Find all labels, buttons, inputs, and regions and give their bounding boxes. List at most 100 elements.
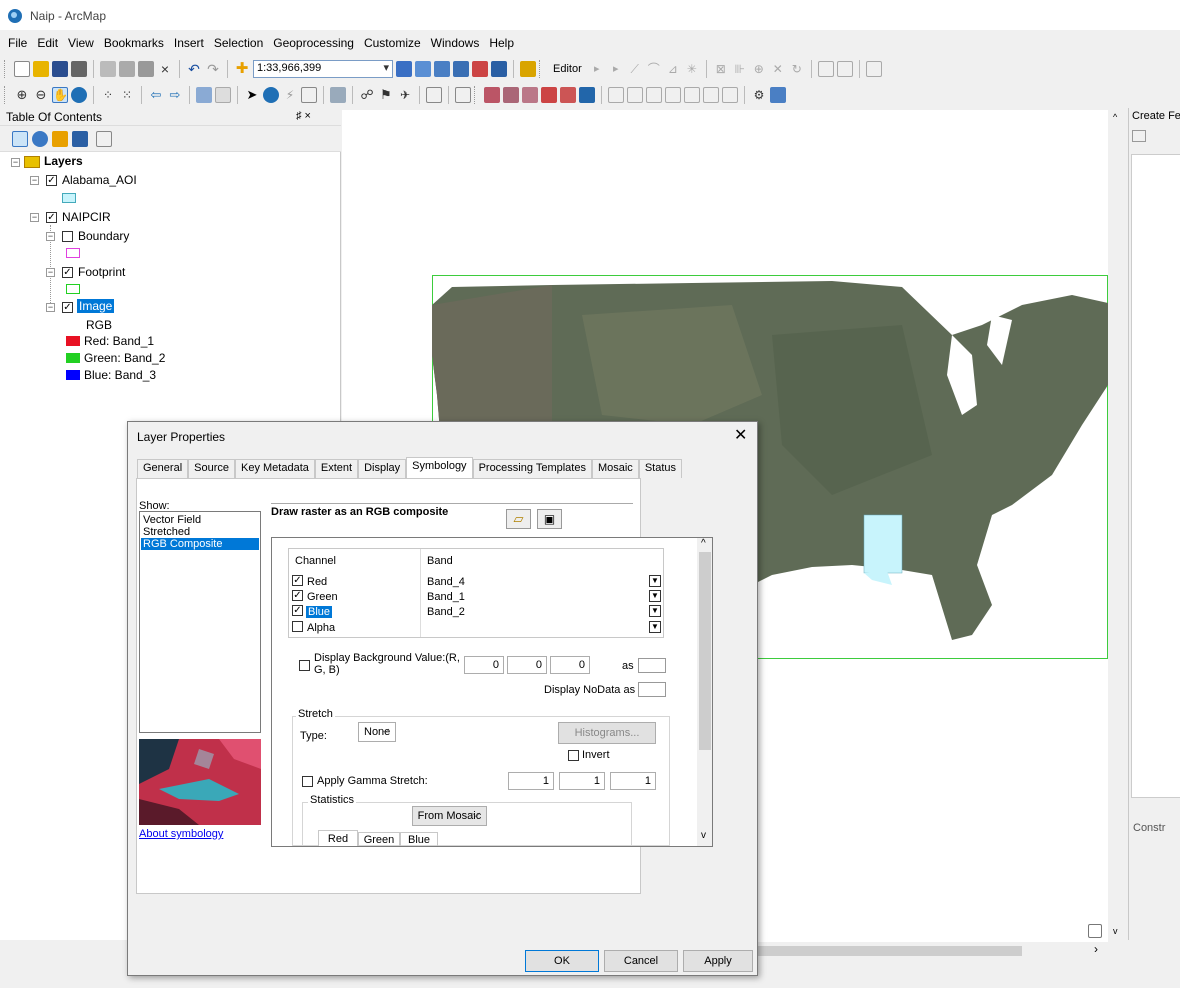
georef-icon-7[interactable]	[722, 87, 738, 103]
fixed-zoom-in-icon[interactable]: ⁘	[100, 87, 116, 103]
menu-bookmarks[interactable]: Bookmarks	[104, 34, 164, 52]
cut-polygons-icon[interactable]: ⊕	[751, 61, 767, 77]
open-folder-icon[interactable]: ▱	[506, 509, 531, 529]
find-binoculars-icon[interactable]: ☍	[359, 87, 375, 103]
split-icon[interactable]: ✕	[770, 61, 786, 77]
cancel-button[interactable]: Cancel	[604, 950, 678, 972]
about-symbology-link[interactable]: About symbology	[139, 828, 223, 840]
scroll-right-icon[interactable]: ›	[1094, 942, 1098, 956]
edit-vertices-icon[interactable]: ⊠	[713, 61, 729, 77]
boundary-checkbox[interactable]	[62, 231, 73, 242]
cut-icon[interactable]	[100, 61, 116, 77]
editor-toolbar-icon[interactable]	[396, 61, 412, 77]
back-arrow-icon[interactable]: ⇦	[148, 87, 164, 103]
menu-windows[interactable]: Windows	[431, 34, 480, 52]
menu-customize[interactable]: Customize	[364, 34, 421, 52]
settings-gear-icon[interactable]: ⚙	[751, 87, 767, 103]
add-data-icon[interactable]: ✚	[234, 61, 250, 77]
georef-icon-3[interactable]	[646, 87, 662, 103]
edit-annotation-icon[interactable]: ▸	[608, 61, 624, 77]
full-extent-icon[interactable]	[71, 87, 87, 103]
image-analysis-icon-4[interactable]	[541, 87, 557, 103]
apply-button[interactable]: Apply	[683, 950, 753, 972]
image-analysis-icon-1[interactable]	[484, 87, 500, 103]
background-g-input[interactable]: 0	[507, 656, 547, 674]
tab-symbology[interactable]: Symbology	[406, 457, 473, 478]
blue-band-dropdown-icon[interactable]: ▼	[649, 605, 661, 617]
expand-naipcir-icon[interactable]: −	[30, 213, 39, 222]
layer-alabama-aoi[interactable]: Alabama_AOI	[62, 173, 137, 187]
python-window-icon[interactable]	[491, 61, 507, 77]
zoom-out-icon[interactable]: ⊖	[33, 87, 49, 103]
alabama-aoi-checkbox[interactable]: ✓	[46, 175, 57, 186]
select-features-icon[interactable]	[196, 87, 212, 103]
toc-window-icon[interactable]	[415, 61, 431, 77]
attributes-icon[interactable]	[817, 61, 834, 77]
print-icon[interactable]	[71, 61, 87, 77]
list-by-selection-icon[interactable]	[72, 131, 88, 147]
background-value-checkbox[interactable]	[299, 660, 310, 671]
tab-status[interactable]: Status	[638, 459, 682, 478]
end-point-arc-icon[interactable]: ⌒	[646, 61, 662, 77]
red-band-dropdown-icon[interactable]: ▼	[649, 575, 661, 587]
invert-checkbox[interactable]	[568, 750, 579, 761]
green-band-dropdown-icon[interactable]: ▼	[649, 590, 661, 602]
layers-root[interactable]: Layers	[44, 154, 83, 168]
tab-mosaic[interactable]: Mosaic	[591, 459, 639, 478]
footprint-checkbox[interactable]: ✓	[62, 267, 73, 278]
georef-icon-6[interactable]	[703, 87, 719, 103]
sublayer-image[interactable]: Image	[77, 299, 115, 313]
menu-view[interactable]: View	[68, 34, 94, 52]
identify-icon[interactable]	[263, 87, 279, 103]
paste-icon[interactable]	[138, 61, 154, 77]
settings-scroll-down-icon[interactable]: v	[701, 830, 706, 841]
renderer-stretched[interactable]: Stretched	[141, 526, 259, 538]
menu-insert[interactable]: Insert	[174, 34, 204, 52]
fixed-zoom-out-icon[interactable]: ⁙	[119, 87, 135, 103]
tab-source[interactable]: Source	[188, 459, 235, 478]
sketch-properties-icon[interactable]	[836, 61, 853, 77]
background-color-picker[interactable]	[638, 658, 666, 673]
nodata-color-picker[interactable]	[638, 682, 666, 697]
layout-view-icon[interactable]	[770, 87, 786, 103]
new-document-icon[interactable]	[14, 61, 30, 77]
background-b-input[interactable]: 0	[550, 656, 590, 674]
map-scale-combo[interactable]: 1:33,966,399	[253, 60, 393, 78]
model-builder-icon[interactable]	[520, 61, 536, 77]
georef-icon-1[interactable]	[608, 87, 624, 103]
open-folder-icon[interactable]	[33, 61, 49, 77]
gamma-g-input[interactable]: 1	[559, 772, 605, 790]
menu-file[interactable]: File	[8, 34, 27, 52]
tab-extent[interactable]: Extent	[314, 459, 359, 478]
menu-help[interactable]: Help	[489, 34, 514, 52]
select-elements-icon[interactable]: ➤	[244, 87, 260, 103]
settings-scroll-up-icon[interactable]: ^	[701, 538, 706, 549]
sublayer-boundary[interactable]: Boundary	[78, 229, 129, 243]
edit-tool-icon[interactable]: ▸	[589, 61, 605, 77]
renderer-rgb-composite[interactable]: RGB Composite	[141, 538, 259, 550]
tab-general[interactable]: General	[137, 459, 189, 478]
dock-window-icon[interactable]	[1088, 924, 1102, 938]
layer-naipcir[interactable]: NAIPCIR	[62, 210, 111, 224]
rotate-icon[interactable]: ↻	[789, 61, 805, 77]
arctoolbox-icon[interactable]	[472, 61, 488, 77]
green-band-value[interactable]: Band_1	[427, 591, 465, 603]
time-slider-icon[interactable]	[426, 87, 442, 103]
editor-menu[interactable]: Editor	[549, 63, 586, 75]
pan-hand-icon[interactable]: ✋	[52, 87, 68, 103]
alpha-band-dropdown-icon[interactable]: ▼	[649, 621, 661, 633]
menu-selection[interactable]: Selection	[214, 34, 263, 52]
clear-selection-icon[interactable]	[215, 87, 231, 103]
histograms-button[interactable]: Histograms...	[558, 722, 656, 744]
point-icon[interactable]: ✳	[684, 61, 700, 77]
stretch-type-dropdown[interactable]: None	[358, 722, 397, 742]
image-analysis-icon-2[interactable]	[503, 87, 519, 103]
red-channel-checkbox[interactable]: ✓	[292, 575, 303, 586]
zoom-in-icon[interactable]: ⊕	[14, 87, 30, 103]
statistics-source-dropdown[interactable]: From Mosaic	[411, 806, 488, 826]
image-analysis-icon-3[interactable]	[522, 87, 538, 103]
expand-footprint-icon[interactable]: −	[46, 268, 55, 277]
viewer-window-icon[interactable]	[455, 87, 471, 103]
gamma-r-input[interactable]: 1	[508, 772, 554, 790]
redo-icon[interactable]: ↷	[205, 61, 221, 77]
